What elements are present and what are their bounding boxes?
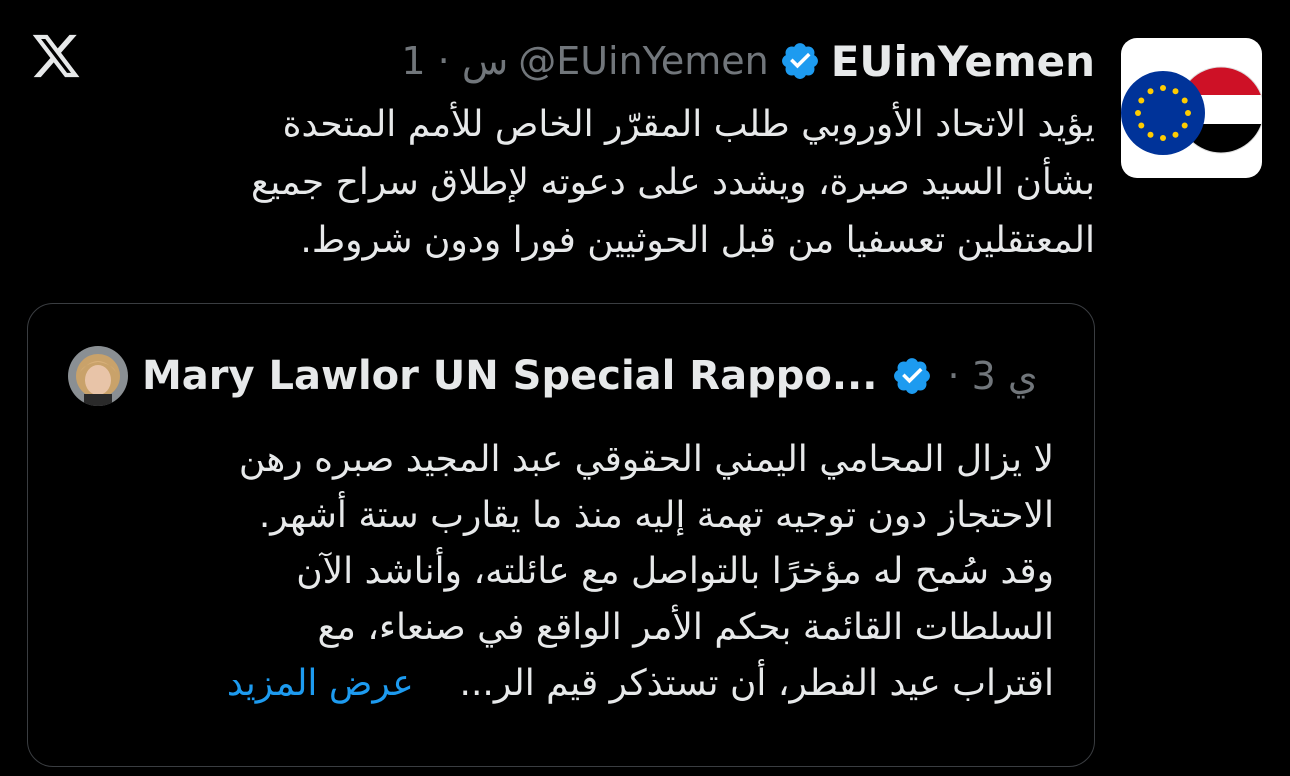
- avatar[interactable]: [1121, 38, 1262, 178]
- show-more-link[interactable]: عرض المزيد: [227, 663, 414, 704]
- quoted-text-line: الاحتجاز دون توجيه تهمة إليه منذ ما يقار…: [258, 495, 1054, 536]
- verified-badge-icon: [781, 43, 818, 79]
- tweet-display-name[interactable]: EUinYemen: [831, 37, 1095, 86]
- quoted-time: · 3 ي: [947, 354, 1038, 398]
- tweet-text-line: يؤيد الاتحاد الأوروبي طلب المقرّر الخاص …: [282, 104, 1095, 145]
- quoted-tweet-card[interactable]: Mary Lawlor UN Special Rappo... · 3 ي لا…: [27, 303, 1095, 767]
- tweet-text-line: المعتقلين تعسفيا من قبل الحوثيين فورا ود…: [300, 220, 1095, 261]
- x-logo-icon[interactable]: [30, 30, 82, 82]
- tweet-text: يؤيد الاتحاد الأوروبي طلب المقرّر الخاص …: [65, 96, 1095, 270]
- quoted-tweet-text: لا يزال المحامي اليمني الحقوقي عبد المجي…: [64, 432, 1054, 712]
- quoted-text-line: لا يزال المحامي اليمني الحقوقي عبد المجي…: [238, 439, 1054, 480]
- eu-yemen-flags-avatar: [1121, 66, 1262, 155]
- verified-badge-icon: [894, 358, 931, 394]
- quoted-avatar[interactable]: [68, 346, 128, 406]
- quoted-tweet-header: Mary Lawlor UN Special Rappo... · 3 ي: [68, 344, 1038, 408]
- quoted-text-line: السلطات القائمة بحكم الأمر الواقع في صنع…: [317, 607, 1054, 648]
- tweet-handle[interactable]: @EUinYemen: [518, 39, 769, 83]
- tweet-header: 1 · س @EUinYemen EUinYemen: [401, 34, 1095, 88]
- person-avatar-icon: [68, 346, 128, 406]
- tweet-time: 1 · س: [401, 39, 509, 83]
- quoted-text-line: اقتراب عيد الفطر، أن تستذكر قيم الر...: [459, 663, 1054, 704]
- quoted-text-line: وقد سُمح له مؤخرًا بالتواصل مع عائلته، و…: [296, 551, 1054, 592]
- quoted-display-name[interactable]: Mary Lawlor UN Special Rappo...: [142, 353, 877, 399]
- tweet-text-line: بشأن السيد صبرة، ويشدد على دعوته لإطلاق …: [251, 162, 1095, 203]
- quoted-text-line-last: اقتراب عيد الفطر، أن تستذكر قيم الر... ع…: [64, 656, 1054, 712]
